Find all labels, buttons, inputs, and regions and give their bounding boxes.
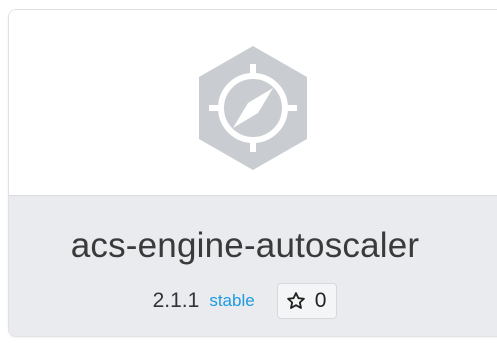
star-button[interactable]: 0: [276, 283, 338, 319]
compass-hexagon-icon: [199, 46, 307, 170]
channel-label: stable: [209, 291, 255, 310]
card-logo-area: [9, 10, 497, 195]
package-name[interactable]: acs-engine-autoscaler: [0, 226, 490, 266]
star-outline-icon: [286, 292, 305, 309]
version-label: 2.1.1: [152, 289, 200, 312]
package-meta: 2.1.1 stable 0: [0, 283, 490, 319]
star-count: 0: [314, 289, 327, 312]
